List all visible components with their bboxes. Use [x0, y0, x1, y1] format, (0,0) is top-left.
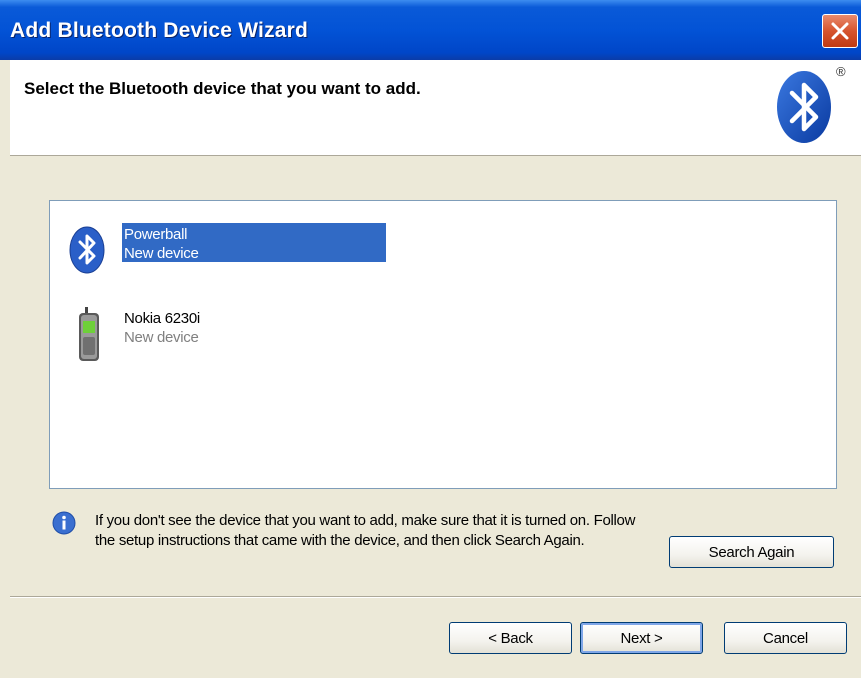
device-list[interactable]: Powerball New device Nokia 6230i New dev… [49, 200, 837, 489]
device-name: Nokia 6230i [124, 310, 200, 327]
mobile-phone-icon [79, 307, 99, 361]
device-item-powerball[interactable]: Powerball New device [68, 223, 418, 274]
info-message: If you don't see the device that you wan… [95, 512, 636, 549]
device-name: Powerball [124, 226, 188, 243]
search-again-button[interactable]: Search Again [669, 536, 834, 568]
bluetooth-icon [69, 226, 105, 274]
bluetooth-logo-icon [777, 71, 831, 143]
window-title: Add Bluetooth Device Wizard [10, 19, 309, 42]
back-button[interactable]: < Back [449, 622, 572, 654]
close-button[interactable] [822, 14, 858, 48]
footer-divider [10, 596, 861, 598]
next-button[interactable]: Next > [580, 622, 703, 654]
title-bar[interactable]: Add Bluetooth Device Wizard [0, 0, 861, 60]
registered-mark: ® [836, 64, 846, 79]
device-label: Nokia 6230i New device [122, 307, 206, 349]
device-item-nokia[interactable]: Nokia 6230i New device [68, 307, 418, 365]
wizard-window: Add Bluetooth Device Wizard Select the B… [0, 0, 861, 678]
cancel-button[interactable]: Cancel [724, 622, 847, 654]
page-title: Select the Bluetooth device that you wan… [24, 79, 421, 98]
close-icon [831, 22, 849, 40]
wizard-content: Powerball New device Nokia 6230i New dev… [10, 156, 861, 596]
info-icon [52, 511, 76, 535]
device-status: New device [124, 245, 199, 262]
wizard-header: Select the Bluetooth device that you wan… [10, 60, 861, 156]
device-status: New device [124, 329, 199, 346]
device-label: Powerball New device [122, 223, 386, 262]
